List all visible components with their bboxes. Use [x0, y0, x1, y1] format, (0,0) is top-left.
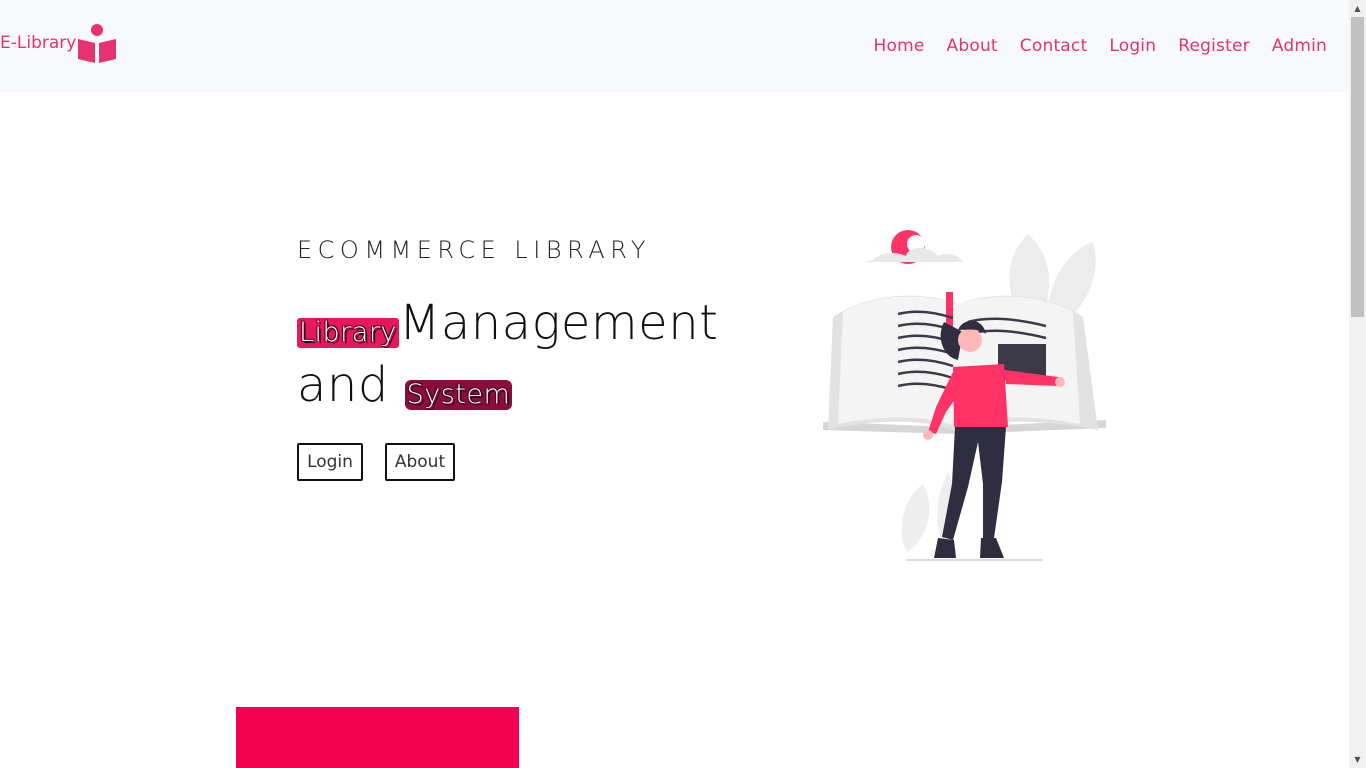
- accent-block: [236, 707, 519, 768]
- brand-link[interactable]: E-Library: [0, 22, 117, 64]
- nav-admin[interactable]: Admin: [1272, 36, 1327, 56]
- nav-register[interactable]: Register: [1178, 36, 1250, 56]
- brand-name: E-Library: [0, 33, 77, 53]
- hero-highlight-library: Library: [297, 317, 399, 348]
- woman-reading-book-illustration: [823, 230, 1106, 561]
- scroll-down-icon[interactable]: ▼: [1349, 751, 1366, 768]
- nav-home[interactable]: Home: [874, 36, 925, 56]
- hero-title: LibraryManagement and System: [297, 292, 737, 416]
- scroll-thumb[interactable]: [1351, 17, 1364, 317]
- hero-login-button[interactable]: Login: [297, 443, 363, 481]
- hero-about-button[interactable]: About: [385, 443, 455, 481]
- reading-book-icon: [78, 24, 117, 63]
- scroll-up-icon[interactable]: ▲: [1349, 0, 1366, 17]
- nav-login[interactable]: Login: [1109, 36, 1156, 56]
- hero-word-and: and: [297, 357, 389, 413]
- nav-about[interactable]: About: [947, 36, 998, 56]
- hero-word-management: Management: [398, 295, 719, 351]
- nav-contact[interactable]: Contact: [1020, 36, 1088, 56]
- hero-highlight-system: System: [404, 379, 513, 410]
- nav-links: Home About Contact Login Register Admin: [874, 36, 1327, 56]
- navbar: E-Library Home About Contact Login Regis…: [0, 0, 1349, 92]
- hero-kicker: ECOMMERCE LIBRARY: [297, 236, 652, 264]
- page-scrollbar[interactable]: ▲ ▼: [1349, 0, 1366, 768]
